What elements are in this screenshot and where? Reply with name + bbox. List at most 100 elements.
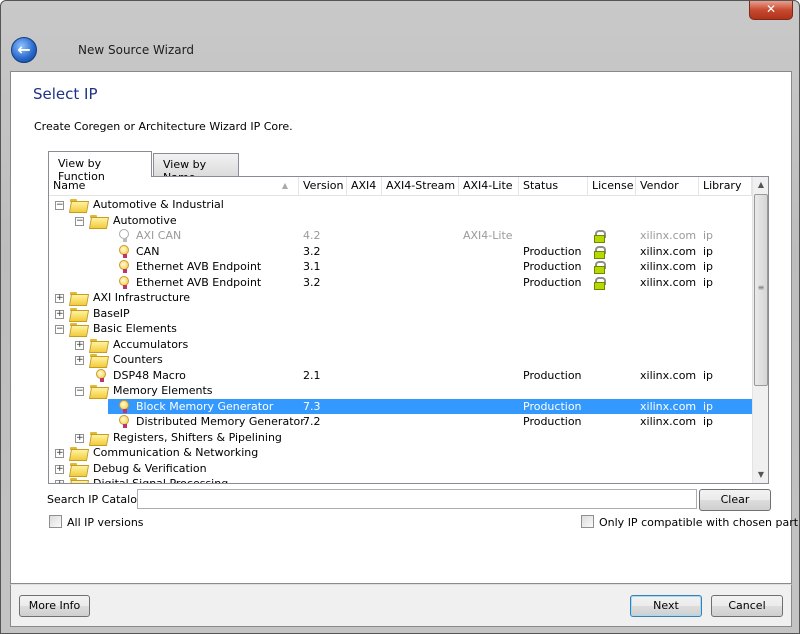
- tab-view-by-name[interactable]: View by Name: [153, 153, 239, 184]
- tree-folder-row[interactable]: + Debug & Verification: [49, 461, 752, 477]
- compatible-ip-checkbox[interactable]: [581, 515, 594, 528]
- wizard-window: ✕ ← New Source Wizard Select IP Create C…: [0, 0, 800, 634]
- cell-library: ip: [703, 368, 714, 382]
- cell-version: 4.2: [303, 229, 321, 242]
- ip-core-icon: [118, 415, 130, 428]
- collapse-icon[interactable]: −: [55, 325, 64, 334]
- compatible-ip-label: Only IP compatible with chosen part: [599, 516, 799, 529]
- cell-vendor: xilinx.com: [640, 275, 697, 289]
- expand-icon[interactable]: +: [75, 356, 84, 365]
- clear-button[interactable]: Clear: [699, 489, 771, 511]
- tree-item-label: Basic Elements: [93, 322, 177, 335]
- tree-item-label: Registers, Shifters & Pipelining: [113, 430, 282, 444]
- tree-ip-row[interactable]: DSP48 Macro 2.1 Production xilinx.com ip: [49, 368, 752, 384]
- vertical-scrollbar[interactable]: ▲ ≡ ▼: [752, 177, 768, 483]
- tree-item-label: Block Memory Generator: [136, 399, 274, 413]
- cell-axi4lite: AXI4-Lite: [463, 229, 513, 242]
- cell-version: 3.2: [303, 244, 321, 258]
- column-header-vendor[interactable]: Vendor: [636, 177, 699, 196]
- folder-icon: [90, 384, 106, 397]
- license-lock-icon: [594, 230, 606, 243]
- ip-core-icon: [118, 244, 130, 258]
- ip-tree-rows: − Automotive & Industrial − Automotive AXI C…: [49, 197, 752, 483]
- all-ip-versions-checkbox[interactable]: [49, 515, 62, 528]
- sort-ascending-icon: ▲: [281, 181, 288, 190]
- tree-item-label: Accumulators: [113, 337, 189, 351]
- expand-icon[interactable]: +: [75, 340, 84, 350]
- cancel-button[interactable]: Cancel: [711, 595, 783, 617]
- scroll-up-icon[interactable]: ▲: [753, 177, 768, 193]
- all-ip-versions-label: All IP versions: [67, 516, 144, 529]
- cell-vendor: xilinx.com: [640, 229, 697, 242]
- tree-folder-row[interactable]: − Automotive: [49, 213, 752, 229]
- cell-version: 2.1: [303, 368, 321, 382]
- cell-vendor: xilinx.com: [640, 415, 697, 428]
- collapse-icon[interactable]: −: [75, 216, 84, 226]
- tree-folder-row[interactable]: + Counters: [49, 352, 752, 368]
- tree-folder-row[interactable]: + BaseIP: [49, 306, 752, 322]
- collapse-icon[interactable]: −: [55, 201, 64, 210]
- folder-icon: [70, 462, 86, 475]
- table-header: ▲ Name Version AXI4 AXI4-Stream AXI4-Lite Stat…: [49, 177, 752, 196]
- next-button[interactable]: Next: [630, 595, 702, 617]
- tree-ip-row[interactable]: Ethernet AVB Endpoint 3.2 Production xilinx…: [49, 275, 752, 291]
- tree-folder-row[interactable]: + AXI Infrastructure: [49, 290, 752, 306]
- tree-folder-row[interactable]: + Digital Signal Processing: [49, 476, 752, 483]
- column-header-axi4-stream[interactable]: AXI4-Stream: [382, 177, 459, 196]
- tree-item-label: DSP48 Macro: [113, 368, 186, 382]
- tree-folder-row[interactable]: + Registers, Shifters & Pipelining: [49, 430, 752, 446]
- folder-icon: [70, 198, 86, 211]
- expand-icon[interactable]: +: [55, 449, 64, 458]
- expand-icon[interactable]: +: [55, 294, 64, 303]
- cell-version: 7.3: [303, 399, 321, 413]
- column-header-axi4[interactable]: AXI4: [347, 177, 382, 196]
- tree-folder-row[interactable]: + Accumulators: [49, 337, 752, 353]
- collapse-icon[interactable]: −: [75, 387, 84, 396]
- tree-folder-row[interactable]: − Automotive & Industrial: [49, 197, 752, 213]
- close-icon: ✕: [765, 2, 777, 16]
- cell-status: Production: [523, 244, 582, 258]
- tree-item-label: Automotive & Industrial: [93, 198, 224, 211]
- ip-core-icon: [118, 260, 130, 273]
- expand-icon[interactable]: +: [55, 464, 64, 474]
- more-info-button[interactable]: More Info: [19, 595, 90, 617]
- tree-item-label: AXI CAN: [136, 229, 182, 242]
- column-header-axi4-lite[interactable]: AXI4-Lite: [459, 177, 519, 196]
- tree-ip-row[interactable]: CAN 3.2 Production xilinx.com ip: [49, 244, 752, 260]
- tree-item-label: Ethernet AVB Endpoint: [136, 260, 262, 273]
- search-input[interactable]: [137, 489, 697, 509]
- folder-icon: [70, 322, 86, 335]
- tree-item-label: AXI Infrastructure: [93, 291, 191, 304]
- scroll-thumb[interactable]: ≡: [754, 194, 768, 386]
- back-arrow-icon: ←: [17, 40, 31, 59]
- back-button[interactable]: ←: [11, 37, 37, 63]
- license-lock-icon: [594, 261, 606, 274]
- scroll-down-icon[interactable]: ▼: [753, 467, 768, 483]
- cell-version: 3.1: [303, 260, 321, 273]
- tree-folder-row[interactable]: − Memory Elements: [49, 383, 752, 399]
- column-header-library[interactable]: Library: [699, 177, 752, 196]
- tree-folder-row[interactable]: + Communication & Networking: [49, 445, 752, 461]
- column-header-version[interactable]: Version: [299, 177, 347, 196]
- column-header-license[interactable]: License: [588, 177, 636, 196]
- tree-item-label: Communication & Networking: [93, 446, 259, 459]
- expand-icon[interactable]: +: [55, 309, 64, 319]
- cell-library: ip: [703, 260, 714, 273]
- page-title: Select IP: [33, 85, 98, 103]
- tree-folder-row[interactable]: − Basic Elements: [49, 321, 752, 337]
- close-button[interactable]: ✕: [749, 1, 793, 20]
- cell-library: ip: [703, 399, 714, 413]
- folder-icon: [90, 338, 106, 351]
- expand-icon[interactable]: +: [75, 433, 84, 443]
- expand-icon[interactable]: +: [55, 480, 64, 483]
- tree-ip-row[interactable]: Distributed Memory Generator 7.2 Productio…: [49, 414, 752, 430]
- cell-status: Production: [523, 368, 582, 382]
- tab-view-by-function[interactable]: View by Function: [48, 151, 152, 183]
- folder-icon: [90, 431, 106, 444]
- cell-vendor: xilinx.com: [640, 260, 697, 273]
- license-lock-icon: [594, 245, 606, 259]
- column-header-status[interactable]: Status: [519, 177, 588, 196]
- tree-ip-row[interactable]: AXI CAN 4.2 AXI4-Lite xilinx.com ip: [49, 228, 752, 244]
- tree-ip-row[interactable]: Block Memory Generator 7.3 Production xilin…: [49, 398, 752, 414]
- tree-ip-row[interactable]: Ethernet AVB Endpoint 3.1 Production xilinx…: [49, 259, 752, 275]
